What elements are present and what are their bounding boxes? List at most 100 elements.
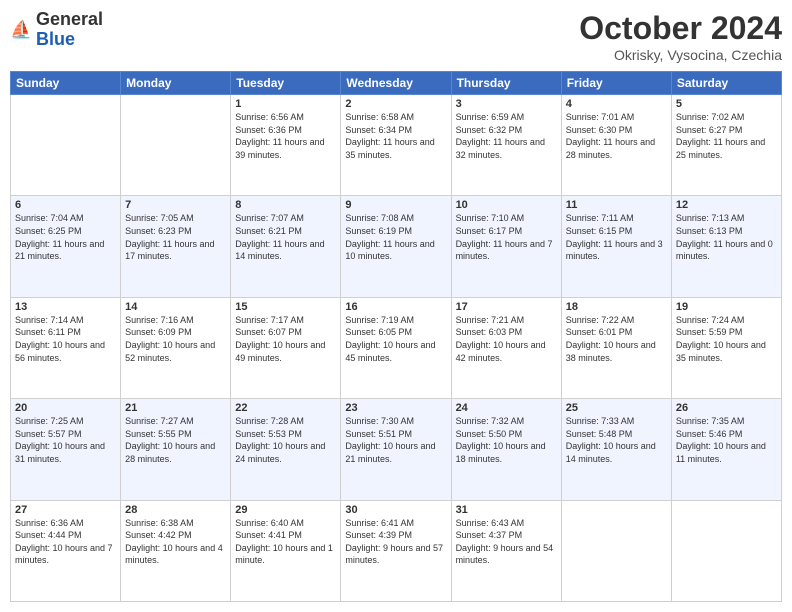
day-info: Sunrise: 7:14 AMSunset: 6:11 PMDaylight:… [15,314,116,364]
logo-text: General Blue [36,10,103,50]
day-number: 15 [235,301,336,313]
day-number: 29 [235,504,336,516]
day-number: 24 [456,402,557,414]
calendar-header-row: Sunday Monday Tuesday Wednesday Thursday… [11,72,782,95]
table-row: 4Sunrise: 7:01 AMSunset: 6:30 PMDaylight… [561,95,671,196]
day-info: Sunrise: 7:32 AMSunset: 5:50 PMDaylight:… [456,415,557,465]
day-info: Sunrise: 7:35 AMSunset: 5:46 PMDaylight:… [676,415,777,465]
day-info: Sunrise: 7:01 AMSunset: 6:30 PMDaylight:… [566,111,667,161]
table-row: 7Sunrise: 7:05 AMSunset: 6:23 PMDaylight… [121,196,231,297]
page: ⛵ General Blue October 2024 Okrisky, Vys… [0,0,792,612]
day-info: Sunrise: 6:43 AMSunset: 4:37 PMDaylight:… [456,517,557,567]
day-info: Sunrise: 7:28 AMSunset: 5:53 PMDaylight:… [235,415,336,465]
day-number: 11 [566,199,667,211]
logo-blue: Blue [36,29,75,49]
table-row: 24Sunrise: 7:32 AMSunset: 5:50 PMDayligh… [451,399,561,500]
table-row: 9Sunrise: 7:08 AMSunset: 6:19 PMDaylight… [341,196,451,297]
day-number: 7 [125,199,226,211]
table-row: 10Sunrise: 7:10 AMSunset: 6:17 PMDayligh… [451,196,561,297]
day-number: 28 [125,504,226,516]
day-info: Sunrise: 7:33 AMSunset: 5:48 PMDaylight:… [566,415,667,465]
logo: ⛵ General Blue [10,10,103,50]
day-number: 4 [566,98,667,110]
table-row: 21Sunrise: 7:27 AMSunset: 5:55 PMDayligh… [121,399,231,500]
table-row: 13Sunrise: 7:14 AMSunset: 6:11 PMDayligh… [11,297,121,398]
day-info: Sunrise: 7:10 AMSunset: 6:17 PMDaylight:… [456,212,557,262]
day-info: Sunrise: 7:24 AMSunset: 5:59 PMDaylight:… [676,314,777,364]
day-info: Sunrise: 7:11 AMSunset: 6:15 PMDaylight:… [566,212,667,262]
logo-general: General [36,9,103,29]
table-row: 22Sunrise: 7:28 AMSunset: 5:53 PMDayligh… [231,399,341,500]
table-row: 14Sunrise: 7:16 AMSunset: 6:09 PMDayligh… [121,297,231,398]
table-row [121,95,231,196]
day-info: Sunrise: 6:58 AMSunset: 6:34 PMDaylight:… [345,111,446,161]
table-row: 23Sunrise: 7:30 AMSunset: 5:51 PMDayligh… [341,399,451,500]
table-row [561,500,671,601]
table-row: 18Sunrise: 7:22 AMSunset: 6:01 PMDayligh… [561,297,671,398]
day-number: 23 [345,402,446,414]
table-row: 5Sunrise: 7:02 AMSunset: 6:27 PMDaylight… [671,95,781,196]
day-number: 18 [566,301,667,313]
title-section: October 2024 Okrisky, Vysocina, Czechia [579,10,782,63]
col-thursday: Thursday [451,72,561,95]
table-row: 17Sunrise: 7:21 AMSunset: 6:03 PMDayligh… [451,297,561,398]
day-number: 25 [566,402,667,414]
table-row: 11Sunrise: 7:11 AMSunset: 6:15 PMDayligh… [561,196,671,297]
day-info: Sunrise: 6:41 AMSunset: 4:39 PMDaylight:… [345,517,446,567]
day-info: Sunrise: 7:08 AMSunset: 6:19 PMDaylight:… [345,212,446,262]
day-info: Sunrise: 7:05 AMSunset: 6:23 PMDaylight:… [125,212,226,262]
table-row: 6Sunrise: 7:04 AMSunset: 6:25 PMDaylight… [11,196,121,297]
col-tuesday: Tuesday [231,72,341,95]
calendar-week-2: 6Sunrise: 7:04 AMSunset: 6:25 PMDaylight… [11,196,782,297]
day-number: 30 [345,504,446,516]
day-number: 21 [125,402,226,414]
table-row [671,500,781,601]
day-info: Sunrise: 7:25 AMSunset: 5:57 PMDaylight:… [15,415,116,465]
col-monday: Monday [121,72,231,95]
day-number: 22 [235,402,336,414]
day-number: 20 [15,402,116,414]
day-number: 9 [345,199,446,211]
day-info: Sunrise: 6:56 AMSunset: 6:36 PMDaylight:… [235,111,336,161]
day-number: 1 [235,98,336,110]
table-row: 8Sunrise: 7:07 AMSunset: 6:21 PMDaylight… [231,196,341,297]
calendar: Sunday Monday Tuesday Wednesday Thursday… [10,71,782,602]
header: ⛵ General Blue October 2024 Okrisky, Vys… [10,10,782,63]
month-title: October 2024 [579,10,782,47]
svg-text:⛵: ⛵ [10,19,32,39]
day-number: 17 [456,301,557,313]
calendar-week-4: 20Sunrise: 7:25 AMSunset: 5:57 PMDayligh… [11,399,782,500]
calendar-week-3: 13Sunrise: 7:14 AMSunset: 6:11 PMDayligh… [11,297,782,398]
day-number: 3 [456,98,557,110]
day-info: Sunrise: 7:02 AMSunset: 6:27 PMDaylight:… [676,111,777,161]
day-number: 12 [676,199,777,211]
day-info: Sunrise: 7:16 AMSunset: 6:09 PMDaylight:… [125,314,226,364]
day-info: Sunrise: 6:38 AMSunset: 4:42 PMDaylight:… [125,517,226,567]
day-number: 19 [676,301,777,313]
day-number: 14 [125,301,226,313]
day-info: Sunrise: 7:07 AMSunset: 6:21 PMDaylight:… [235,212,336,262]
day-info: Sunrise: 7:17 AMSunset: 6:07 PMDaylight:… [235,314,336,364]
day-info: Sunrise: 7:19 AMSunset: 6:05 PMDaylight:… [345,314,446,364]
table-row: 19Sunrise: 7:24 AMSunset: 5:59 PMDayligh… [671,297,781,398]
calendar-week-1: 1Sunrise: 6:56 AMSunset: 6:36 PMDaylight… [11,95,782,196]
day-info: Sunrise: 7:30 AMSunset: 5:51 PMDaylight:… [345,415,446,465]
table-row: 12Sunrise: 7:13 AMSunset: 6:13 PMDayligh… [671,196,781,297]
table-row: 31Sunrise: 6:43 AMSunset: 4:37 PMDayligh… [451,500,561,601]
table-row: 15Sunrise: 7:17 AMSunset: 6:07 PMDayligh… [231,297,341,398]
day-number: 31 [456,504,557,516]
day-info: Sunrise: 7:04 AMSunset: 6:25 PMDaylight:… [15,212,116,262]
day-number: 27 [15,504,116,516]
table-row: 2Sunrise: 6:58 AMSunset: 6:34 PMDaylight… [341,95,451,196]
col-wednesday: Wednesday [341,72,451,95]
day-info: Sunrise: 7:21 AMSunset: 6:03 PMDaylight:… [456,314,557,364]
table-row: 30Sunrise: 6:41 AMSunset: 4:39 PMDayligh… [341,500,451,601]
day-info: Sunrise: 6:40 AMSunset: 4:41 PMDaylight:… [235,517,336,567]
day-number: 5 [676,98,777,110]
day-number: 26 [676,402,777,414]
table-row: 1Sunrise: 6:56 AMSunset: 6:36 PMDaylight… [231,95,341,196]
day-info: Sunrise: 7:27 AMSunset: 5:55 PMDaylight:… [125,415,226,465]
table-row: 3Sunrise: 6:59 AMSunset: 6:32 PMDaylight… [451,95,561,196]
table-row: 28Sunrise: 6:38 AMSunset: 4:42 PMDayligh… [121,500,231,601]
table-row: 27Sunrise: 6:36 AMSunset: 4:44 PMDayligh… [11,500,121,601]
